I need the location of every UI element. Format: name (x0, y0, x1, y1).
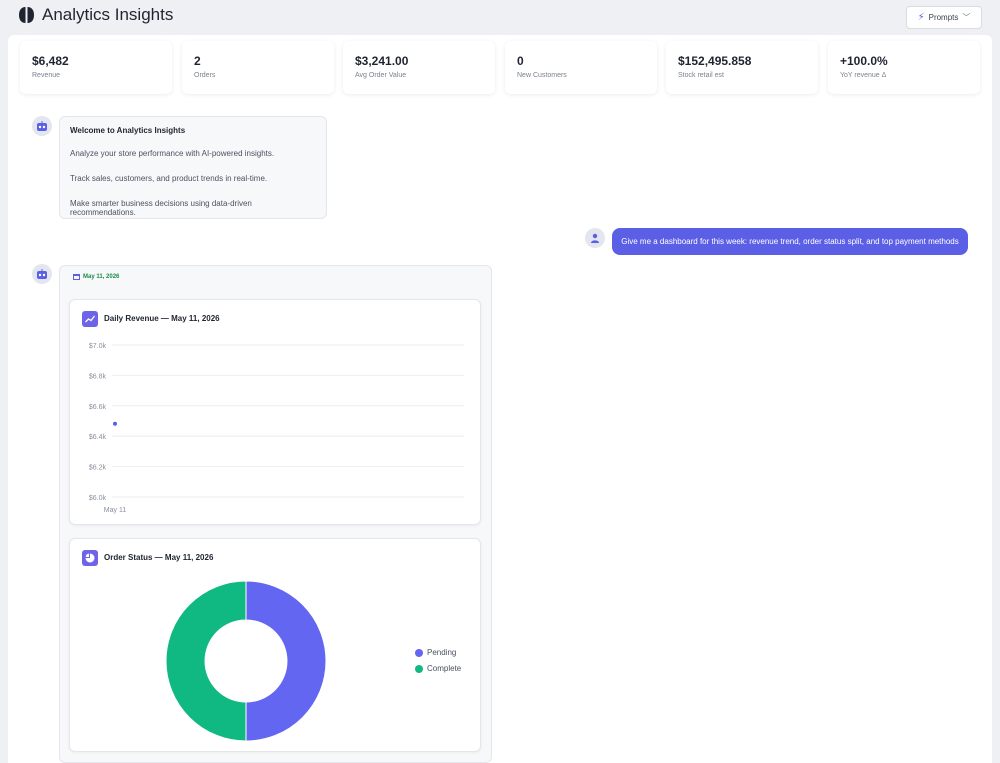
app-header: Analytics Insights ⚡ Prompts ﹀ (0, 0, 1000, 34)
stat-label: Stock retail est (678, 72, 724, 79)
robot-icon (37, 120, 47, 131)
bot-avatar (32, 264, 52, 284)
stat-value: +100.0% (840, 54, 888, 68)
stat-value: $3,241.00 (355, 54, 409, 68)
legend-item-pending[interactable]: Pending (415, 648, 456, 657)
stat-card-yoy: +100.0% YoY revenue Δ (828, 41, 980, 94)
legend-label: Pending (427, 648, 457, 657)
bot-avatar (32, 116, 52, 136)
robot-icon (37, 268, 47, 279)
stat-value: 0 (517, 54, 524, 68)
y-tick-label: $7.0k (89, 343, 107, 350)
daily-revenue-card: Daily Revenue — May 11, 2026 $7.0k $6.8k $… (69, 299, 481, 525)
app-logo-icon (19, 7, 34, 23)
data-point[interactable] (113, 421, 117, 426)
stat-label: Revenue (32, 72, 61, 79)
chevron-down-icon: ﹀ (962, 13, 971, 22)
response-date-text: May 11, 2026 (83, 274, 120, 280)
stat-card-stock: $152,495.858 Stock retail est (666, 41, 818, 94)
legend-label: Complete (427, 664, 462, 673)
stat-value: $6,482 (32, 54, 69, 68)
pie-slice-pending[interactable] (245, 580, 327, 742)
prompts-button[interactable]: ⚡ Prompts ﹀ (906, 6, 982, 29)
user-message: Give me a dashboard for this week: reven… (612, 228, 968, 255)
stat-card-new-customers: 0 New Customers (505, 41, 657, 94)
daily-revenue-chart: $7.0k $6.8k $6.6k $6.4k $6.2k $6.0k May 11 (89, 343, 464, 514)
y-tick-label: $6.8k (89, 373, 107, 380)
order-status-card: Order Status — May 11, 2026 Pending Comp… (69, 538, 481, 752)
stat-card-avg-order: $3,241.00 Avg Order Value (343, 41, 495, 94)
welcome-message: Welcome to Analytics Insights Analyze yo… (59, 116, 327, 219)
welcome-line: Track sales, customers, and product tren… (70, 174, 268, 183)
legend-swatch (415, 648, 423, 657)
stat-label: New Customers (517, 72, 567, 79)
stat-label: Orders (194, 72, 216, 79)
user-avatar (585, 228, 605, 248)
order-status-chart (165, 580, 327, 742)
welcome-title: Welcome to Analytics Insights (70, 126, 186, 135)
app-title: Analytics Insights (42, 5, 174, 24)
y-tick-label: $6.4k (89, 434, 107, 441)
stat-card-orders: 2 Orders (182, 41, 334, 94)
legend-swatch (415, 664, 423, 673)
y-tick-label: $6.0k (89, 495, 107, 502)
bolt-icon: ⚡ (917, 12, 925, 23)
stat-value: $152,495.858 (678, 54, 752, 68)
y-tick-label: $6.2k (89, 465, 107, 472)
y-tick-label: $6.6k (89, 404, 107, 411)
prompts-label: Prompts (928, 13, 959, 22)
user-icon (591, 233, 599, 243)
legend-item-complete[interactable]: Complete (415, 664, 461, 673)
response-date: May 11, 2026 (73, 274, 119, 280)
welcome-line: Make smarter business decisions using da… (70, 199, 252, 217)
pie-slice-complete[interactable] (165, 580, 247, 742)
calendar-icon (73, 274, 80, 280)
stat-label: Avg Order Value (355, 72, 407, 79)
x-tick-label: May 11 (104, 507, 127, 514)
stat-value: 2 (194, 54, 201, 68)
welcome-line: Analyze your store performance with AI-p… (70, 149, 275, 158)
stat-card-revenue: $6,482 Revenue (20, 41, 172, 94)
stat-label: YoY revenue Δ (840, 72, 887, 79)
